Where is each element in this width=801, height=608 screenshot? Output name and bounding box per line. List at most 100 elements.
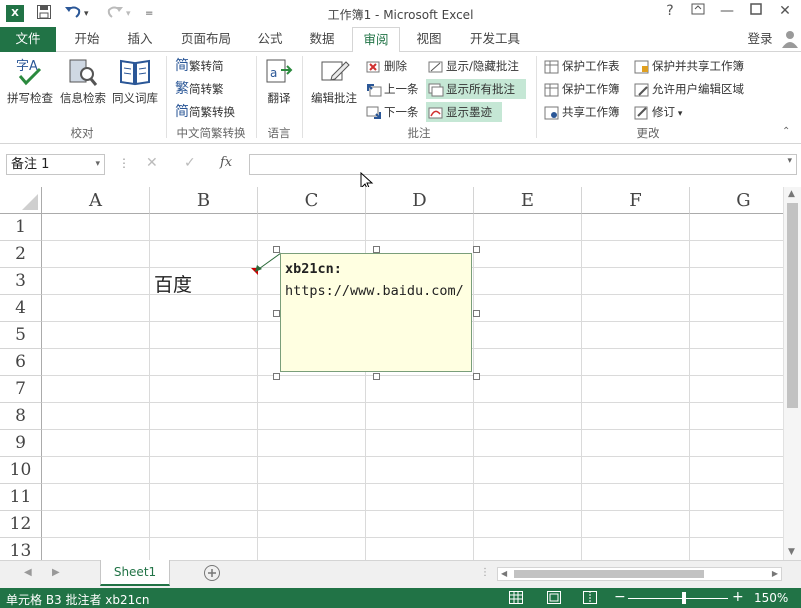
protect-and-share-button[interactable]: 保护并共享工作簿 <box>632 56 744 76</box>
insert-function-button[interactable]: fx <box>220 155 232 170</box>
tab-data[interactable]: 数据 <box>298 27 346 52</box>
zoom-slider-thumb[interactable] <box>682 592 686 604</box>
scroll-left-icon[interactable]: ◀ <box>501 569 507 578</box>
new-sheet-icon[interactable] <box>203 564 221 585</box>
zoom-level[interactable]: 150% <box>754 591 788 605</box>
cell-b3[interactable]: 百度 <box>154 270 192 297</box>
help-button[interactable]: ? <box>660 3 680 19</box>
expand-formula-bar-icon[interactable]: ▾ <box>787 156 792 166</box>
resize-handle[interactable] <box>273 373 280 380</box>
translate-button[interactable]: a 翻译 <box>260 54 298 106</box>
tab-split-grip-icon[interactable]: ⋮ <box>480 567 490 578</box>
tab-insert[interactable]: 插入 <box>116 27 164 52</box>
sign-in-link[interactable]: 登录 <box>740 27 780 52</box>
tab-file[interactable]: 文件 <box>0 27 56 52</box>
maximize-button[interactable] <box>746 3 766 19</box>
protect-sheet-button[interactable]: 保护工作表 <box>542 56 620 76</box>
row-header-3[interactable]: 3 <box>0 268 42 295</box>
horizontal-scroll-thumb[interactable] <box>514 570 704 578</box>
tab-home[interactable]: 开始 <box>62 27 112 52</box>
tab-formulas[interactable]: 公式 <box>248 27 292 52</box>
column-header-f[interactable]: F <box>582 187 690 214</box>
next-comment-button[interactable]: 下一条 <box>364 102 419 122</box>
protect-workbook-button[interactable]: 保护工作簿 <box>542 79 620 99</box>
vertical-scrollbar[interactable]: ▲ ▼ <box>783 187 801 560</box>
tab-developer[interactable]: 开发工具 <box>458 27 532 52</box>
column-header-c[interactable]: C <box>258 187 366 214</box>
resize-handle[interactable] <box>473 310 480 317</box>
cancel-icon[interactable]: ✕ <box>146 155 158 171</box>
zoom-out-button[interactable]: − <box>614 589 626 605</box>
scroll-sheets-left-icon[interactable]: ◀ <box>24 567 32 578</box>
row-header-13[interactable]: 13 <box>0 538 42 560</box>
row-header-5[interactable]: 5 <box>0 322 42 349</box>
column-header-d[interactable]: D <box>366 187 474 214</box>
zoom-in-button[interactable]: + <box>732 589 744 605</box>
name-box[interactable]: 备注 1 ▾ <box>6 154 105 175</box>
resize-handle[interactable] <box>373 373 380 380</box>
resize-handle[interactable] <box>273 246 280 253</box>
page-layout-view-icon[interactable] <box>547 591 561 607</box>
scroll-up-icon[interactable]: ▲ <box>788 189 795 199</box>
close-button[interactable]: ✕ <box>775 3 795 19</box>
row-header-1[interactable]: 1 <box>0 214 42 241</box>
tab-page-layout[interactable]: 页面布局 <box>168 27 244 52</box>
allow-users-edit-button[interactable]: 允许用户编辑区域 <box>632 79 744 99</box>
chinese-conversion-button[interactable]: 简简繁转换 <box>173 102 235 122</box>
show-hide-comment-button[interactable]: 显示/隐藏批注 <box>426 56 519 76</box>
row-header-8[interactable]: 8 <box>0 403 42 430</box>
resize-handle[interactable] <box>473 246 480 253</box>
sheet-tab-sheet1[interactable]: Sheet1 <box>100 560 170 586</box>
scroll-sheets-right-icon[interactable]: ▶ <box>52 567 60 578</box>
tab-review[interactable]: 审阅 <box>352 27 400 53</box>
research-button[interactable]: 信息检索 <box>58 54 108 106</box>
tab-view[interactable]: 视图 <box>406 27 452 52</box>
column-header-b[interactable]: B <box>150 187 258 214</box>
row-header-7[interactable]: 7 <box>0 376 42 403</box>
normal-view-icon[interactable] <box>509 591 523 607</box>
formula-input[interactable]: ▾ <box>249 154 797 175</box>
worksheet-grid[interactable]: A B C D E F G 1 2 3 4 5 6 7 8 9 10 11 12… <box>0 187 783 560</box>
show-all-comments-button[interactable]: 显示所有批注 <box>426 79 526 99</box>
vertical-scroll-thumb[interactable] <box>787 203 798 408</box>
row-header-10[interactable]: 10 <box>0 457 42 484</box>
scroll-right-icon[interactable]: ▶ <box>772 569 778 578</box>
resize-handle[interactable] <box>273 310 280 317</box>
show-ink-button[interactable]: 显示墨迹 <box>426 102 502 122</box>
row-header-11[interactable]: 11 <box>0 484 42 511</box>
ribbon-display-options-icon[interactable] <box>688 3 708 19</box>
zoom-slider[interactable] <box>628 598 728 599</box>
spell-check-button[interactable]: 字A 拼写检查 <box>4 54 56 106</box>
simplified-to-traditional-button[interactable]: 繁简转繁 <box>173 79 224 99</box>
row-header-2[interactable]: 2 <box>0 241 42 268</box>
column-header-a[interactable]: A <box>42 187 150 214</box>
scroll-down-icon[interactable]: ▼ <box>788 547 795 557</box>
user-avatar-icon[interactable] <box>782 30 798 51</box>
column-header-g[interactable]: G <box>690 187 783 214</box>
collapse-ribbon-icon[interactable]: ⌃ <box>782 126 790 137</box>
track-changes-button[interactable]: 修订 ▾ <box>632 102 682 122</box>
row-header-12[interactable]: 12 <box>0 511 42 538</box>
column-header-e[interactable]: E <box>474 187 582 214</box>
page-break-preview-icon[interactable] <box>583 591 597 607</box>
enter-icon[interactable]: ✓ <box>184 155 196 171</box>
select-all-button[interactable] <box>0 187 42 214</box>
gridline <box>581 214 582 560</box>
edit-comment-button[interactable]: 编辑批注 <box>306 54 362 106</box>
previous-comment-button[interactable]: 上一条 <box>364 79 419 99</box>
traditional-to-simplified-button[interactable]: 简繁转简 <box>173 56 224 76</box>
minimize-button[interactable]: — <box>717 3 737 19</box>
row-header-4[interactable]: 4 <box>0 295 42 322</box>
delete-comment-button[interactable]: 删除 <box>364 56 407 76</box>
row-header-9[interactable]: 9 <box>0 430 42 457</box>
comment-box[interactable]: xb21cn: https://www.baidu.com/ <box>280 253 472 372</box>
horizontal-scrollbar[interactable]: ◀ ▶ <box>497 567 782 581</box>
resize-handle[interactable] <box>373 246 380 253</box>
resize-handle[interactable] <box>473 373 480 380</box>
thesaurus-icon <box>120 59 150 86</box>
row-header-6[interactable]: 6 <box>0 349 42 376</box>
share-workbook-button[interactable]: 共享工作簿 <box>542 102 620 122</box>
name-box-dropdown-icon[interactable]: ▾ <box>95 155 100 174</box>
thesaurus-button[interactable]: 同义词库 <box>110 54 160 106</box>
chinese-group-label: 中文简繁转换 <box>176 126 246 140</box>
